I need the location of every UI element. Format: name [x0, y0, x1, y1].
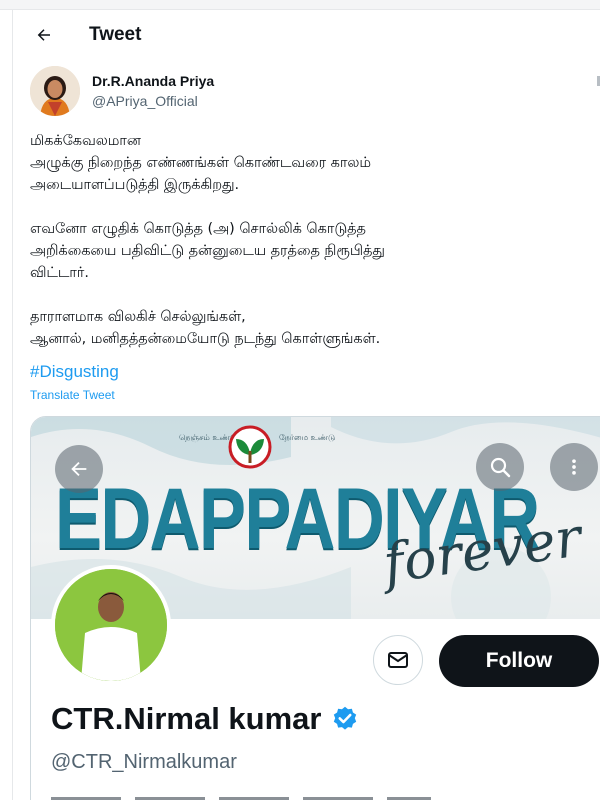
mail-icon: [388, 652, 408, 668]
party-logo-icon: [228, 425, 272, 469]
author-name[interactable]: Dr.R.Ananda Priya: [92, 71, 214, 91]
browser-top-edge: [0, 0, 600, 10]
search-icon: [490, 457, 511, 478]
author-avatar[interactable]: [30, 66, 80, 116]
profile-avatar[interactable]: [51, 565, 171, 685]
back-button[interactable]: [25, 16, 63, 54]
profile-screenshot-card[interactable]: நெஞ்சம் உண்டு நேர்மை உண்டு EDAPPADIYAR f…: [30, 416, 600, 800]
profile-name-text: CTR.Nirmal kumar: [51, 701, 322, 736]
tweet-line: அடையாளப்படுத்தி இருக்கிறது.: [30, 177, 240, 193]
profile-back-button[interactable]: [55, 445, 103, 493]
message-button[interactable]: [373, 635, 423, 685]
tweet-line: மிகக்கேவலமான: [30, 133, 141, 149]
profile-search-button[interactable]: [476, 443, 524, 491]
tweet-line: அழுக்கு நிறைந்த எண்ணங்கள் கொண்டவரை காலம்: [30, 155, 371, 171]
page-title: Tweet: [89, 24, 142, 45]
arrow-left-icon: [37, 29, 50, 41]
profile-more-button[interactable]: [550, 443, 598, 491]
tweet-header: Tweet: [13, 10, 600, 60]
verified-badge-icon: [334, 706, 357, 730]
tweet-line: அறிக்கையை பதிவிட்டு தன்னுடைய தரத்தை நிரூ…: [30, 243, 385, 259]
author-handle[interactable]: @APriya_Official: [92, 91, 214, 111]
scrollbar[interactable]: [592, 60, 600, 100]
tweet-line: ஆனால், மனிதத்தன்மையோடு நடந்து கொள்ளுங்கள…: [30, 331, 381, 347]
arrow-left-icon: [71, 461, 87, 477]
more-vertical-icon: [572, 459, 576, 475]
banner-tagline-right: நேர்மை உண்டு: [279, 433, 336, 442]
tweet-author[interactable]: Dr.R.Ananda Priya @APriya_Official: [30, 66, 214, 116]
tweet-line: எவனோ எழுதிக் கொடுத்த (அ) சொல்லிக் கொடுத்…: [30, 221, 366, 237]
translate-tweet-link[interactable]: Translate Tweet: [30, 388, 115, 402]
follow-button[interactable]: Follow: [439, 635, 599, 687]
hashtag-link[interactable]: #Disgusting: [30, 362, 119, 382]
timeline-border: [12, 10, 13, 800]
tweet-text: மிகக்கேவலமான அழுக்கு நிறைந்த எண்ணங்கள் க…: [30, 130, 590, 350]
tweet-line: விட்டார்.: [30, 265, 89, 281]
profile-name: CTR.Nirmal kumar: [51, 701, 359, 737]
profile-handle: @CTR_Nirmalkumar: [51, 751, 237, 773]
tweet-line: தாராளமாக விலகிச் செல்லுங்கள்,: [30, 309, 246, 325]
